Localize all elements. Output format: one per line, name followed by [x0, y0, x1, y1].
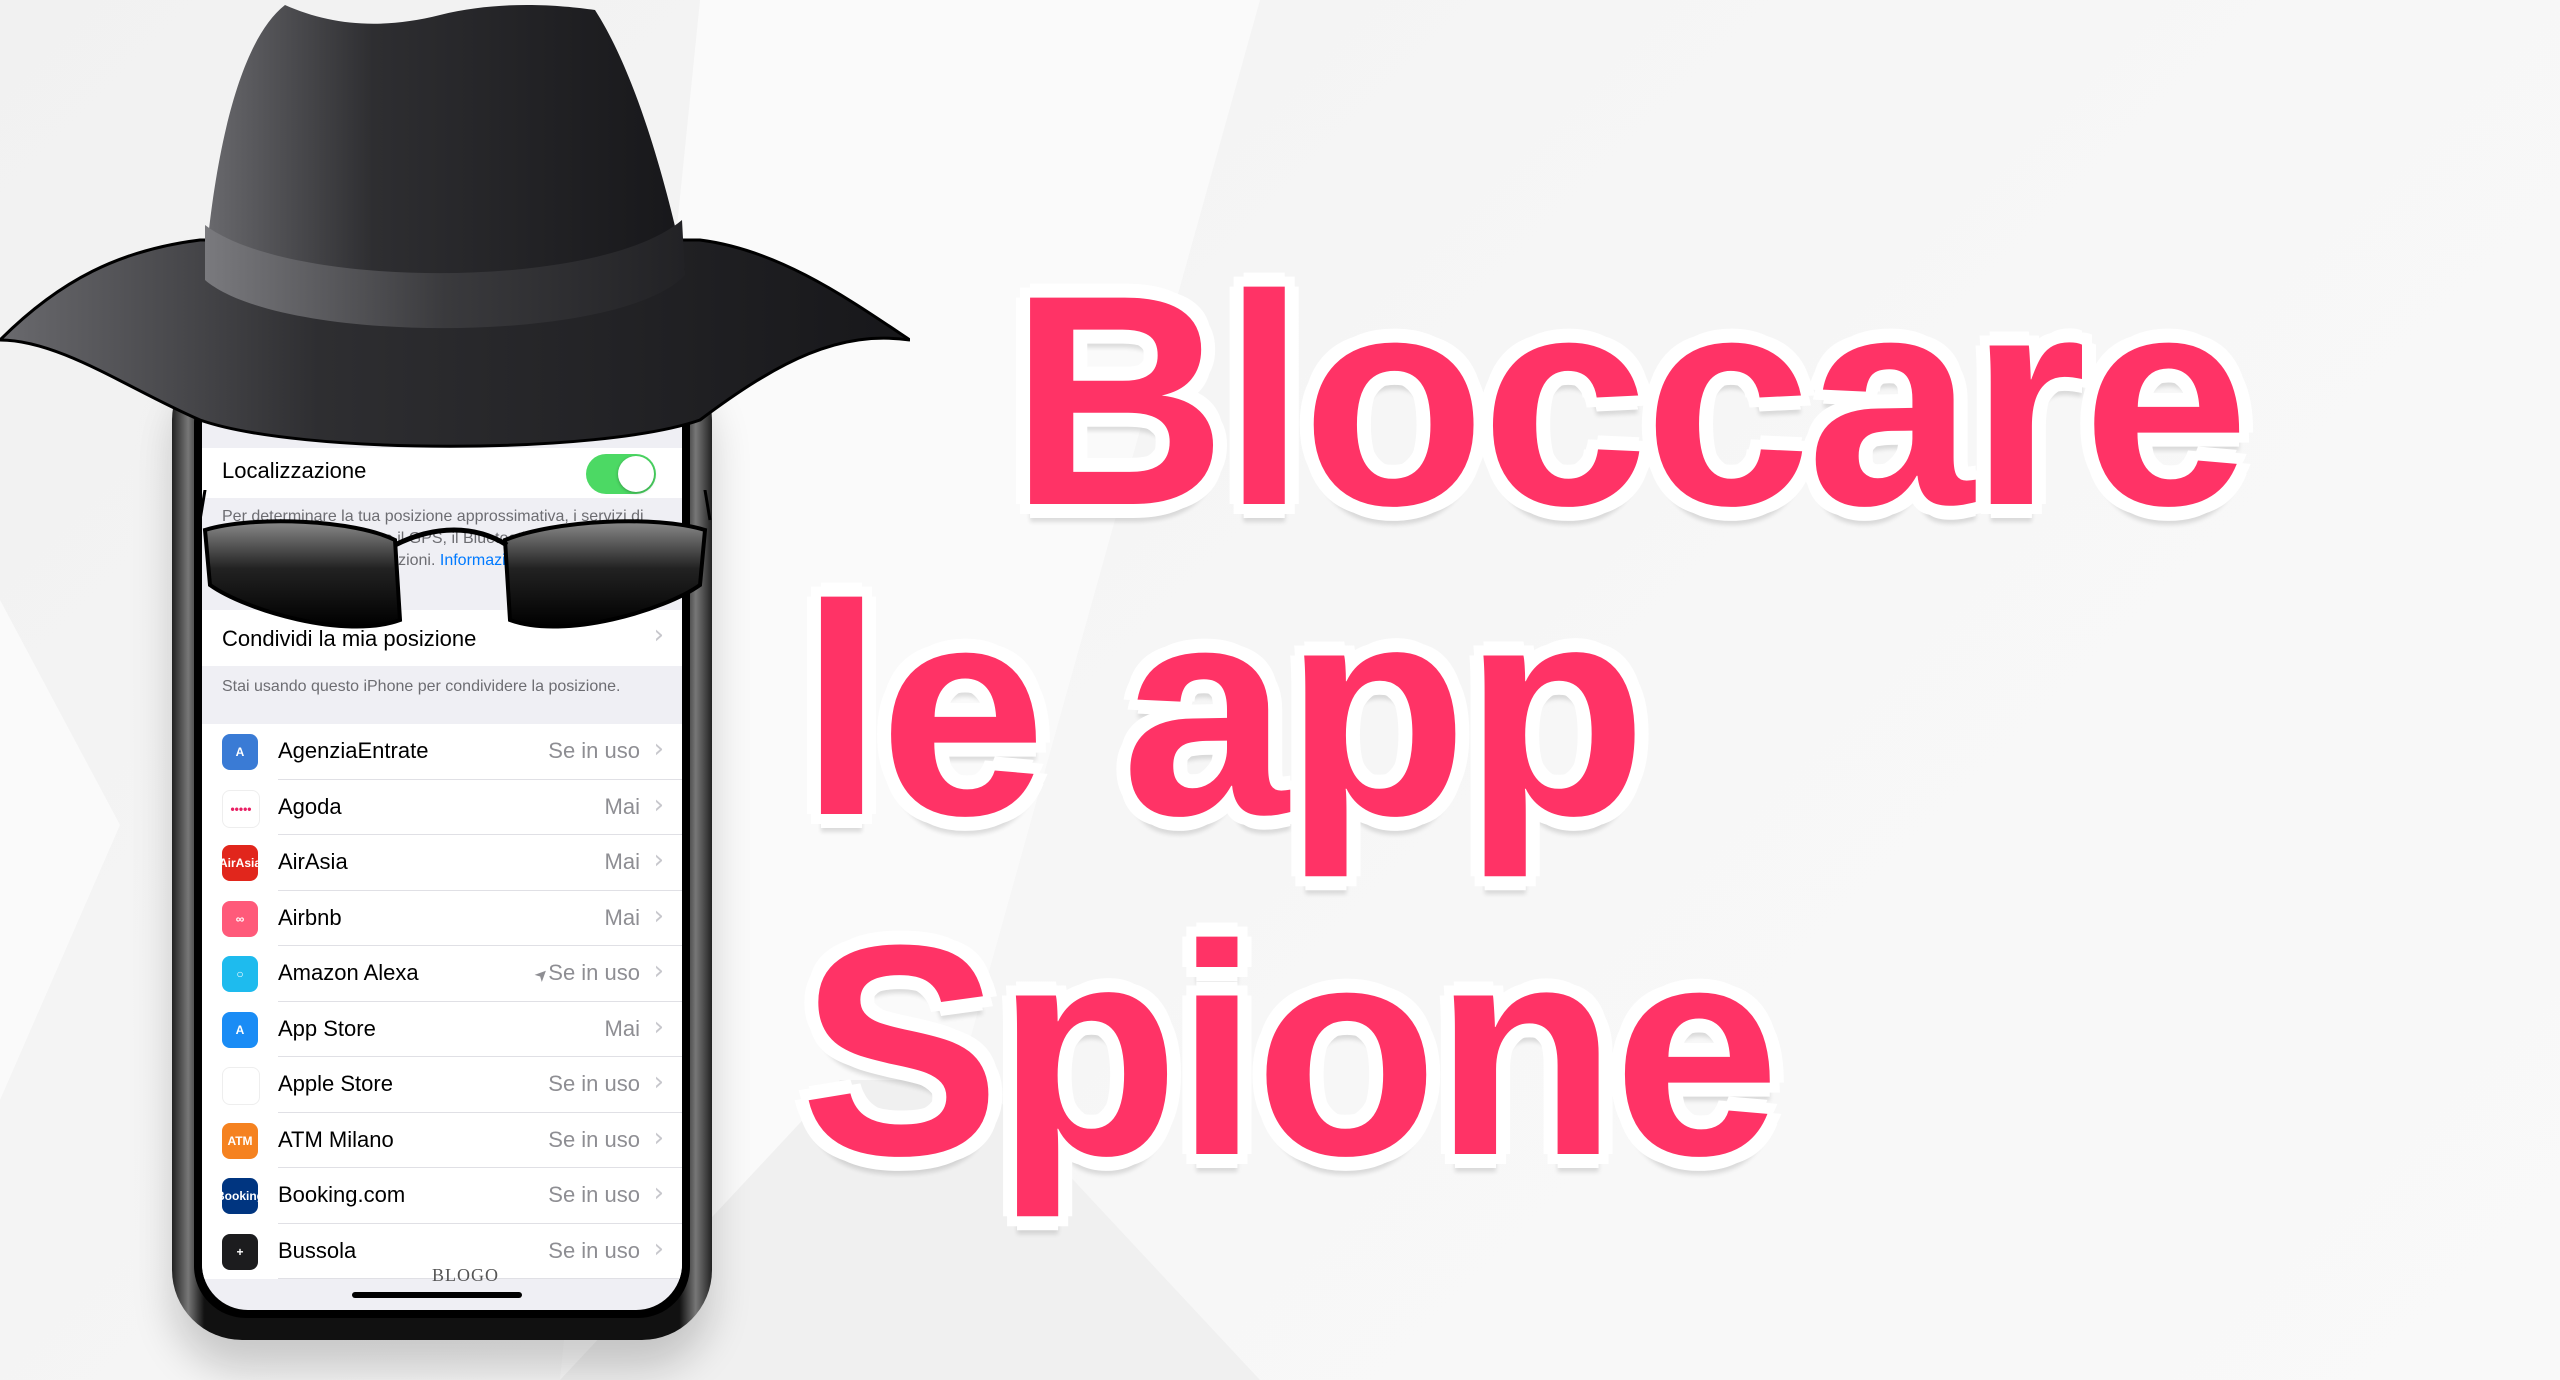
chevron-right-icon: ›: [653, 900, 664, 931]
chevron-right-icon: ›: [653, 956, 664, 986]
chevron-right-icon: ›: [653, 1122, 664, 1153]
chevron-right-icon: ›: [653, 1067, 664, 1097]
status-text: Mai: [604, 849, 640, 874]
home-indicator[interactable]: [352, 1292, 522, 1298]
chevron-right-icon: ›: [653, 789, 664, 820]
status-text: Se in uso: [548, 1182, 640, 1207]
location-permission-status: ➤ Se in uso: [531, 960, 640, 986]
app-name: Booking.com: [278, 1182, 406, 1207]
compass-icon: +: [222, 1233, 258, 1270]
status-text: Mai: [604, 793, 640, 819]
atm-milano-icon: ATM: [222, 1122, 258, 1159]
app-name: Apple Store: [278, 1071, 393, 1096]
app-row[interactable]: A AgenziaEntrate Se in uso ›: [202, 724, 682, 780]
airbnb-icon: ∞: [222, 900, 258, 937]
chevron-right-icon: ›: [653, 1011, 664, 1042]
airasia-icon: AirAsia: [219, 845, 261, 881]
app-name: AgenziaEntrate: [278, 738, 429, 763]
app-row[interactable]: ○ Amazon Alexa ➤ Se in uso ›: [202, 946, 682, 1002]
amazon-alexa-icon: ○: [222, 956, 258, 992]
location-permission-status: Se in uso: [548, 1238, 640, 1264]
app-name: Amazon Alexa: [278, 960, 419, 985]
headline-line-1: Bloccare: [1010, 232, 2249, 568]
chevron-right-icon: ›: [653, 845, 664, 875]
status-text: Se in uso: [548, 1071, 640, 1096]
location-permission-status: Mai: [605, 849, 640, 875]
location-permission-status: Mai: [605, 905, 640, 931]
app-name: ATM Milano: [278, 1126, 394, 1152]
status-text: Se in uso: [548, 738, 640, 763]
share-location-note: Stai usando questo iPhone per condivider…: [222, 678, 621, 695]
location-services-label: Localizzazione: [222, 458, 367, 483]
agenzia-entrate-icon: A: [222, 734, 258, 770]
app-row[interactable]: A App Store Mai ›: [202, 1002, 682, 1057]
app-name: Agoda: [278, 793, 342, 819]
status-text: Se in uso: [548, 1126, 640, 1152]
app-name: AirAsia: [278, 849, 348, 874]
chevron-right-icon: ›: [653, 1233, 664, 1264]
status-text: Se in uso: [548, 960, 640, 985]
booking-icon: Booking: [216, 1178, 264, 1214]
location-permission-status: Mai: [605, 1016, 640, 1042]
app-name: Bussola: [278, 1237, 357, 1263]
headline-line-2: le app Spione: [800, 542, 1780, 1218]
app-store-icon: A: [222, 1011, 258, 1048]
status-text: Mai: [604, 904, 640, 930]
location-permission-status: Mai: [605, 794, 640, 820]
app-row[interactable]: Apple Store Se in uso ›: [202, 1057, 682, 1113]
location-permission-status: Se in uso: [548, 1182, 640, 1208]
app-row[interactable]: ∞ Airbnb Mai ›: [202, 891, 682, 946]
app-row[interactable]: Booking Booking.com Se in uso ›: [202, 1168, 682, 1224]
agoda-icon: •••••: [222, 789, 260, 828]
location-permission-status: Se in uso: [548, 738, 640, 764]
chevron-right-icon: ›: [653, 734, 664, 764]
spy-hat-icon: [0, 5, 910, 448]
app-location-list: A AgenziaEntrate Se in uso › ••••• Agoda Mai › A…: [202, 724, 682, 1279]
app-name: Airbnb: [278, 904, 342, 930]
app-row[interactable]: ••••• Agoda Mai ›: [202, 780, 682, 835]
location-permission-status: Se in uso: [548, 1127, 640, 1153]
location-services-toggle[interactable]: [586, 454, 656, 494]
apple-store-icon: [222, 1067, 260, 1105]
sunglasses-icon: [198, 490, 712, 629]
location-permission-status: Se in uso: [548, 1071, 640, 1097]
status-text: Mai: [604, 1015, 640, 1041]
app-name: App Store: [278, 1015, 376, 1041]
watermark: BLOGO: [432, 1265, 499, 1285]
chevron-right-icon: ›: [653, 1178, 664, 1208]
app-row[interactable]: ATM ATM Milano Se in uso ›: [202, 1113, 682, 1168]
app-row[interactable]: AirAsia AirAsia Mai ›: [202, 835, 682, 891]
status-text: Se in uso: [548, 1237, 640, 1263]
